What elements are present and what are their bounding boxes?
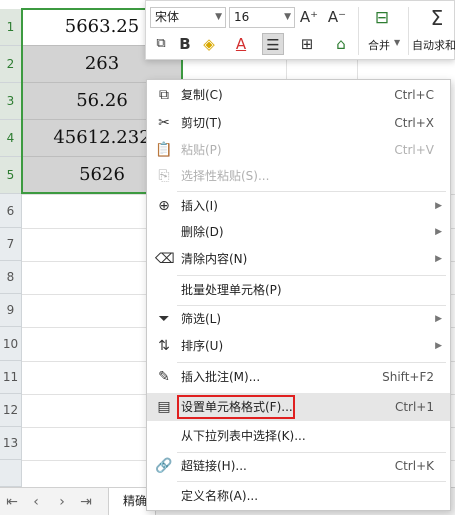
comment-icon: ✎ [158,369,170,385]
menu-shortcut: Shift+F2 [382,370,434,384]
link-icon: 🔗 [155,458,173,474]
prev-sheet-icon[interactable]: ‹ [26,492,46,512]
row-header-5[interactable]: 5 [0,157,22,194]
eraser-icon: ⌫ [155,251,175,267]
row-header-10[interactable]: 10 [0,327,22,361]
fill-color-icon[interactable]: ◈ [198,33,220,55]
menu-insert-comment[interactable]: ✎ 插入批注(M)... Shift+F2 [147,363,450,391]
menu-label: 批量处理单元格(P) [181,283,282,297]
menu-label: 筛选(L) [181,312,222,326]
menu-shortcut: Ctrl+K [394,459,434,473]
submenu-arrow-icon: ▶ [435,227,442,237]
copy-icon: ⧉ [159,87,169,103]
font-color-icon[interactable]: A [230,33,252,55]
row-header-9[interactable]: 9 [0,294,22,327]
menu-label: 从下拉列表中选择(K)... [181,429,306,443]
bold-button[interactable]: B [174,33,196,55]
merge-icon[interactable]: ⊟ [370,7,394,29]
next-sheet-icon[interactable]: › [52,492,72,512]
menu-delete[interactable]: 删除(D) ▶ [147,218,450,246]
menu-shortcut: Ctrl+1 [394,400,434,414]
menu-label: 排序(U) [181,339,224,353]
font-name-value: 宋体 [155,10,180,24]
menu-label: 选择性粘贴(S)... [181,169,270,183]
row-header-12[interactable]: 12 [0,394,22,427]
format-cells-icon: ▤ [157,399,171,415]
menu-label: 删除(D) [181,225,224,239]
row-header-6[interactable]: 6 [0,194,22,228]
row-header-14 [0,460,22,487]
menu-filter[interactable]: ⏷ 筛选(L) ▶ [147,305,450,333]
menu-paste-special: ⎘ 选择性粘贴(S)... [147,162,450,190]
submenu-arrow-icon: ▶ [435,201,442,211]
row-header-3[interactable]: 3 [0,83,22,120]
menu-label: 设置单元格格式(F)... [181,400,293,414]
clear-format-icon[interactable]: ⌂ [330,33,352,55]
menu-define-name[interactable]: 定义名称(A)... [147,482,450,510]
context-menu: ⧉ 复制(C) Ctrl+C ✂ 剪切(T) Ctrl+X 📋 粘贴(P) Ct… [146,79,451,511]
last-sheet-icon[interactable]: ⇥ [76,492,96,512]
menu-label: 剪切(T) [181,116,222,130]
font-size-select[interactable]: 16 ▼ [229,7,295,28]
sort-icon: ⇅ [158,338,170,354]
menu-clear-contents[interactable]: ⌫ 清除内容(N) ▶ [147,245,450,273]
row-header-1[interactable]: 1 [0,9,22,46]
menu-label: 清除内容(N) [181,252,248,266]
paste-special-icon: ⎘ [158,168,170,184]
merge-button[interactable]: 合并 [368,37,390,53]
menu-paste: 📋 粘贴(P) Ctrl+V [147,136,450,164]
row-header-11[interactable]: 11 [0,361,22,394]
clipboard-icon: 📋 [155,142,173,158]
menu-pick-from-list[interactable]: 从下拉列表中选择(K)... [147,422,450,450]
scissors-icon: ✂ [158,115,170,131]
filter-icon: ⏷ [158,311,170,327]
menu-hyperlink[interactable]: 🔗 超链接(H)... Ctrl+K [147,452,450,480]
sigma-icon[interactable]: Σ [426,7,448,29]
row-header-2[interactable]: 2 [0,46,22,83]
font-name-select[interactable]: 宋体 ▼ [150,7,226,28]
align-center-button[interactable]: ☰ [262,33,284,55]
shrink-font-button[interactable]: A⁻ [326,6,348,28]
menu-format-cells[interactable]: ▤ 设置单元格格式(F)... Ctrl+1 [147,393,450,421]
menu-label: 定义名称(A)... [181,489,259,503]
submenu-arrow-icon: ▶ [435,254,442,264]
menu-sort[interactable]: ⇅ 排序(U) ▶ [147,332,450,360]
chevron-down-icon: ▼ [215,12,222,22]
submenu-arrow-icon: ▶ [435,314,442,324]
row-header-7[interactable]: 7 [0,228,22,261]
menu-copy[interactable]: ⧉ 复制(C) Ctrl+C [147,81,450,109]
menu-label: 插入批注(M)... [181,370,261,384]
menu-insert[interactable]: ⊕ 插入(I) ▶ [147,192,450,220]
menu-shortcut: Ctrl+X [394,116,434,130]
menu-shortcut: Ctrl+V [394,143,434,157]
font-size-value: 16 [234,10,250,24]
row-header-8[interactable]: 8 [0,261,22,294]
chevron-down-icon: ▼ [284,12,291,22]
insert-icon: ⊕ [158,198,170,214]
menu-cut[interactable]: ✂ 剪切(T) Ctrl+X [147,109,450,137]
borders-icon[interactable]: ⊞ [296,33,318,55]
row-header-13[interactable]: 13 [0,427,22,460]
mini-toolbar: 宋体 ▼ 16 ▼ A⁺ A⁻ ⧉ B ◈ A ☰ ⊞ ⌂ ⊟ 合并 ▼ Σ 自… [145,0,455,60]
menu-label: 粘贴(P) [181,143,222,157]
menu-label: 超链接(H)... [181,459,247,473]
submenu-arrow-icon: ▶ [435,341,442,351]
menu-shortcut: Ctrl+C [394,88,434,102]
first-sheet-icon[interactable]: ⇤ [2,492,22,512]
menu-batch-process[interactable]: 批量处理单元格(P) [147,276,450,304]
row-header-4[interactable]: 4 [0,120,22,157]
menu-label: 插入(I) [181,199,218,213]
menu-label: 复制(C) [181,88,223,102]
format-painter-icon[interactable]: ⧉ [150,33,172,55]
merge-dropdown-icon[interactable]: ▼ [394,38,400,47]
grow-font-button[interactable]: A⁺ [298,6,320,28]
autosum-button[interactable]: 自动求和 [412,37,455,53]
